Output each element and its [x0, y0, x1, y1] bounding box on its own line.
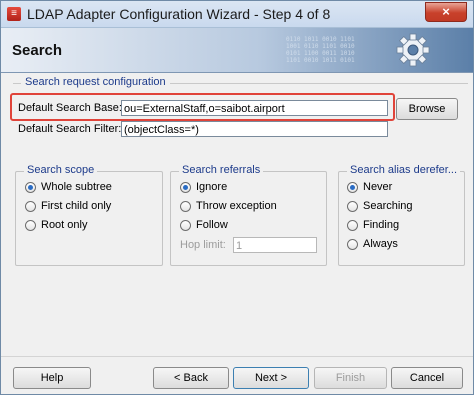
radio-label: Root only — [41, 219, 88, 231]
radio-button[interactable] — [180, 201, 191, 212]
wizard-window: ≡ LDAP Adapter Configuration Wizard - St… — [0, 0, 474, 395]
search-referrals-title: Search referrals — [179, 164, 264, 176]
footer-divider — [1, 356, 473, 357]
radio-label: Throw exception — [196, 200, 277, 212]
radio-button[interactable] — [25, 201, 36, 212]
hop-limit-input[interactable]: 1 — [233, 237, 317, 253]
radio-label: First child only — [41, 200, 112, 212]
radio-button[interactable] — [347, 239, 358, 250]
radio-label: Ignore — [196, 181, 228, 193]
back-button[interactable]: < Back — [153, 367, 229, 389]
search-referrals-group: Search referrals Ignore Throw exception … — [170, 164, 327, 266]
radio-button[interactable] — [347, 220, 358, 231]
close-button[interactable]: × — [425, 2, 467, 22]
finish-button[interactable]: Finish — [314, 367, 387, 389]
radio-button[interactable] — [180, 182, 191, 193]
radio-label: Follow — [196, 219, 228, 231]
search-scope-group: Search scope Whole subtree First child o… — [15, 164, 163, 266]
search-alias-group: Search alias derefer... Never Searching … — [338, 164, 465, 266]
search-filter-input[interactable]: (objectClass=*) — [121, 121, 388, 137]
radio-label: Finding — [363, 219, 400, 231]
window-title: LDAP Adapter Configuration Wizard - Step… — [27, 6, 331, 22]
help-button[interactable]: Help — [13, 367, 91, 389]
radio-label: Never — [363, 181, 393, 193]
gear-icon — [396, 33, 430, 67]
title-bar[interactable]: ≡ LDAP Adapter Configuration Wizard - St… — [1, 1, 473, 28]
app-icon: ≡ — [7, 7, 21, 21]
radio-label: Always — [363, 238, 398, 250]
radio-button[interactable] — [25, 220, 36, 231]
hop-limit-label: Hop limit: — [180, 239, 226, 251]
browse-button[interactable]: Browse — [396, 98, 458, 120]
binary-decoration: 0110 1011 0010 1101 1001 0110 1101 0010 … — [286, 36, 355, 64]
page-title: Search — [12, 42, 63, 59]
radio-button[interactable] — [347, 201, 358, 212]
cancel-button[interactable]: Cancel — [391, 367, 463, 389]
search-base-input[interactable]: ou=ExternalStaff,o=saibot.airport — [121, 100, 388, 116]
search-scope-title: Search scope — [24, 164, 98, 176]
section-title: Search request configuration — [21, 76, 170, 88]
header-banner: Search 0110 1011 0010 1101 1001 0110 110… — [1, 28, 473, 73]
section-search-request: Search request configuration — [13, 76, 468, 90]
next-button[interactable]: Next > — [233, 367, 309, 389]
search-base-label: Default Search Base: — [18, 102, 122, 114]
radio-button[interactable] — [180, 220, 191, 231]
search-filter-label: Default Search Filter: — [18, 123, 122, 135]
search-alias-title: Search alias derefer... — [347, 164, 461, 176]
radio-button[interactable] — [25, 182, 36, 193]
radio-button[interactable] — [347, 182, 358, 193]
radio-label: Whole subtree — [41, 181, 112, 193]
radio-label: Searching — [363, 200, 413, 212]
